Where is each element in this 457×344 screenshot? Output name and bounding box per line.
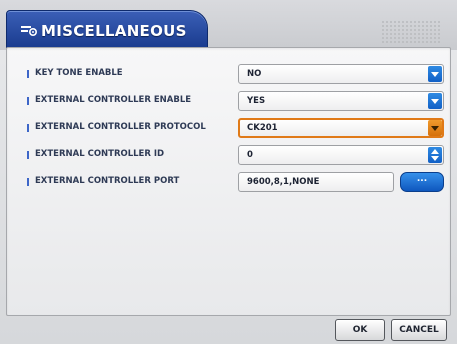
controller-protocol-dropdown[interactable]: CK201 [238, 118, 444, 138]
key-tone-dropdown[interactable]: NO [238, 64, 444, 84]
setting-label: KEY TONE ENABLE [35, 68, 123, 78]
setting-row-controller-protocol: EXTERNAL CONTROLLER PROTOCOL CK201 [7, 118, 450, 140]
setting-label: EXTERNAL CONTROLLER PORT [35, 176, 180, 186]
settings-panel: KEY TONE ENABLE NO EXTERNAL CONTROLLER E… [6, 47, 451, 316]
dropdown-value: CK201 [247, 123, 278, 133]
ok-button[interactable]: OK [335, 319, 385, 341]
spinner-arrows-icon[interactable] [428, 147, 442, 163]
controller-id-spinner[interactable]: 0 [238, 145, 444, 165]
dropdown-arrow-icon[interactable] [428, 93, 442, 109]
row-bullet [27, 151, 29, 159]
dropdown-value: NO [247, 69, 262, 79]
row-bullet [27, 70, 29, 78]
setting-row-controller-port: EXTERNAL CONTROLLER PORT 9600,8,1,NONE .… [7, 172, 450, 194]
dropdown-value: YES [247, 96, 266, 106]
settings-menu-icon [21, 26, 37, 36]
controller-enable-dropdown[interactable]: YES [238, 91, 444, 111]
title-tab: MISCELLANEOUS [6, 10, 208, 48]
setting-row-key-tone: KEY TONE ENABLE NO [7, 64, 450, 86]
row-bullet [27, 97, 29, 105]
setting-label: EXTERNAL CONTROLLER ENABLE [35, 95, 192, 105]
port-settings-button[interactable]: ... [400, 172, 444, 192]
miscellaneous-dialog: MISCELLANEOUS KEY TONE ENABLE NO EXTERNA… [0, 0, 457, 344]
setting-label: EXTERNAL CONTROLLER ID [35, 149, 165, 159]
window-title: MISCELLANEOUS [41, 22, 187, 40]
decorative-dot-pattern [381, 20, 441, 44]
spinner-value: 0 [247, 150, 253, 160]
cancel-button[interactable]: CANCEL [391, 319, 447, 341]
controller-port-field: 9600,8,1,NONE [238, 172, 394, 192]
port-value: 9600,8,1,NONE [247, 177, 320, 187]
title-bar: MISCELLANEOUS [0, 0, 457, 50]
dropdown-arrow-icon[interactable] [428, 66, 442, 82]
setting-row-controller-enable: EXTERNAL CONTROLLER ENABLE YES [7, 91, 450, 113]
setting-row-controller-id: EXTERNAL CONTROLLER ID 0 [7, 145, 450, 167]
setting-label: EXTERNAL CONTROLLER PROTOCOL [35, 122, 206, 132]
row-bullet [27, 124, 29, 132]
row-bullet [27, 178, 29, 186]
dropdown-arrow-icon[interactable] [428, 120, 442, 136]
